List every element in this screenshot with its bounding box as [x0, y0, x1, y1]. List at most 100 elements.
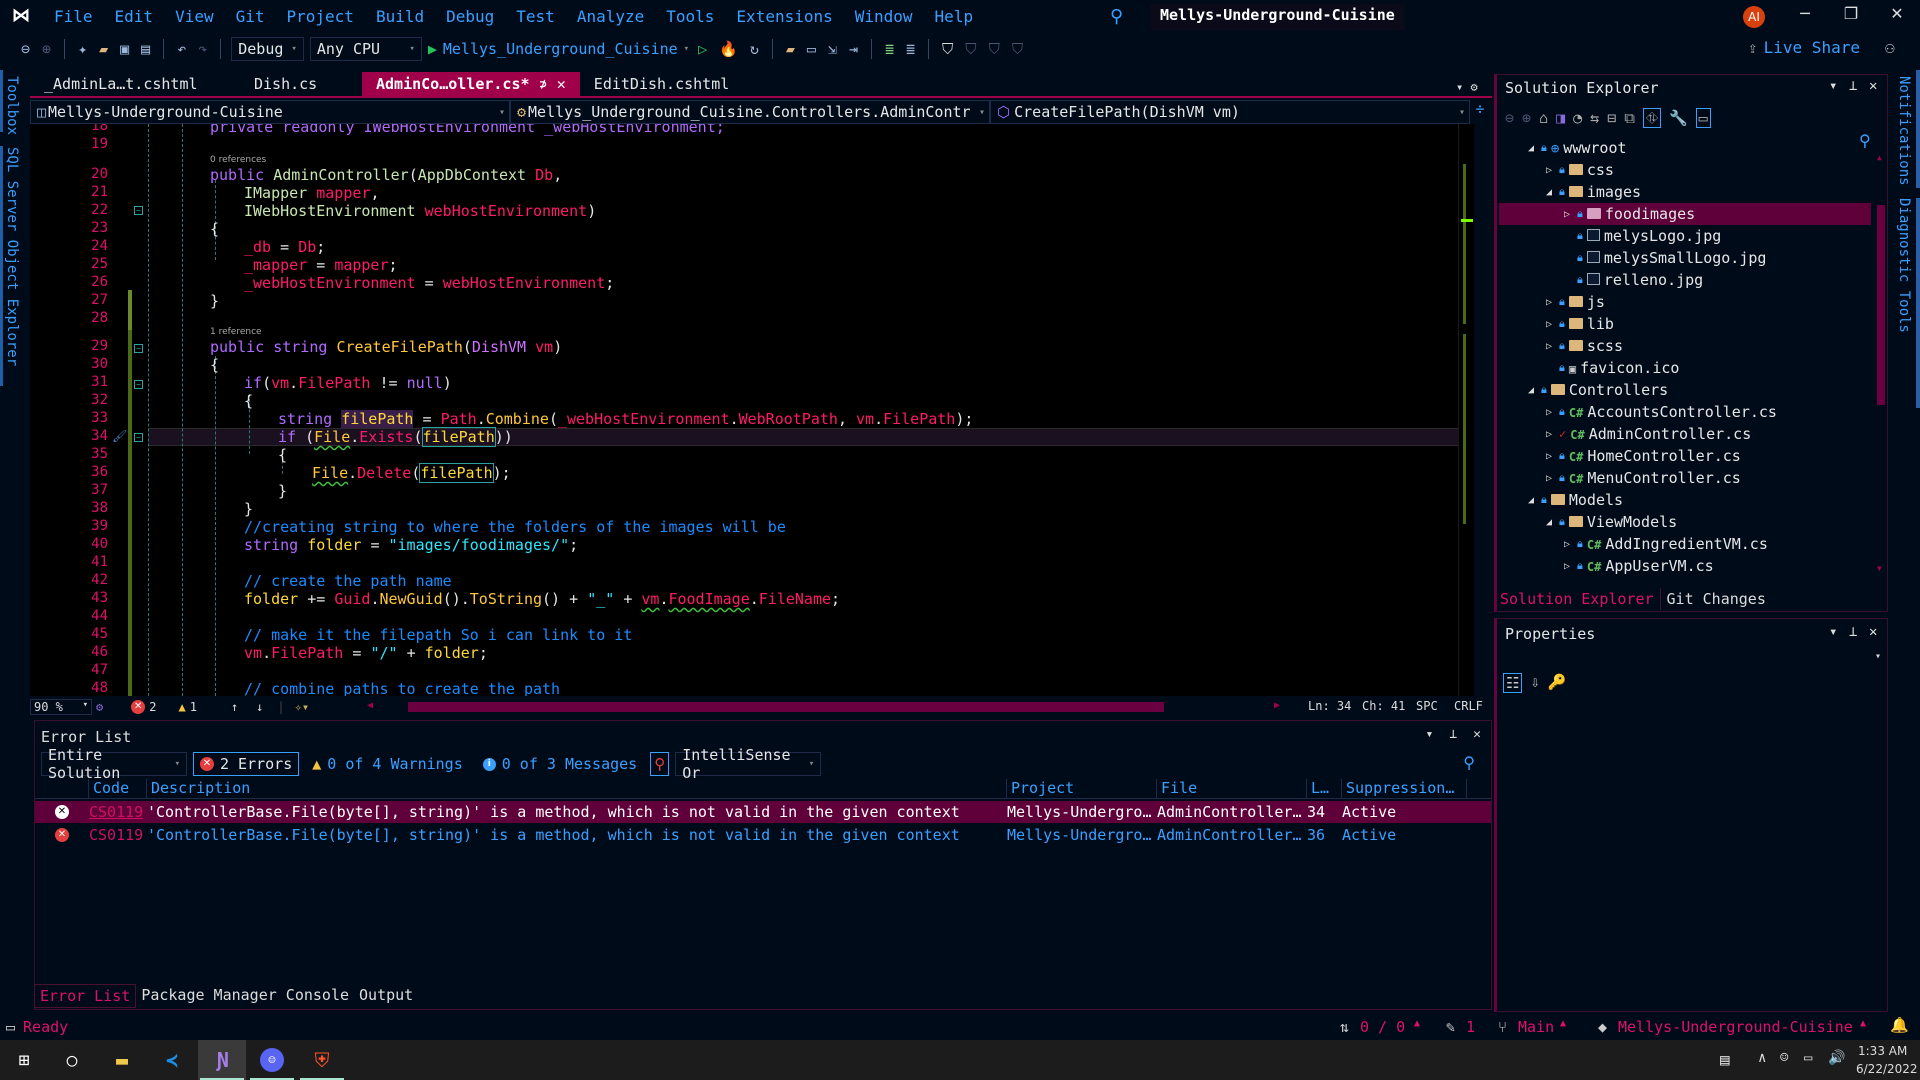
- next-bookmark-icon[interactable]: ⛉: [986, 40, 1003, 58]
- user-avatar[interactable]: AI: [1743, 6, 1765, 28]
- start-button[interactable]: ⊞: [0, 1040, 48, 1080]
- close-panel-icon[interactable]: ✕: [1869, 624, 1877, 640]
- diagnostic-tools-tab[interactable]: Diagnostic Tools: [1890, 192, 1916, 339]
- toolbox-tab[interactable]: Toolbox: [0, 70, 24, 141]
- collapsed-arrow-icon[interactable]: ▷: [1543, 407, 1555, 418]
- menu-extensions[interactable]: Extensions: [726, 7, 844, 26]
- start-without-debugging-icon[interactable]: ▷: [695, 40, 710, 58]
- close-tab-icon[interactable]: ✕: [557, 75, 566, 93]
- pin-icon[interactable]: ⊥: [1849, 78, 1857, 94]
- menu-build[interactable]: Build: [366, 7, 436, 26]
- open-folder-icon[interactable]: ▰: [96, 40, 111, 58]
- step-into-icon[interactable]: ⇲: [825, 40, 840, 58]
- menu-git[interactable]: Git: [226, 7, 277, 26]
- member-dropdown[interactable]: ⬡ CreateFilePath(DishVM vm) ▾: [990, 100, 1470, 124]
- build-intellisense-dropdown[interactable]: IntelliSense Or ▾: [675, 746, 822, 782]
- visual-studio-button[interactable]: Ɲ: [198, 1040, 246, 1080]
- collapsed-arrow-icon[interactable]: ▷: [1543, 473, 1555, 484]
- discord-button[interactable]: ☺: [248, 1040, 296, 1080]
- split-editor-icon[interactable]: ÷: [1470, 100, 1490, 124]
- error-code[interactable]: CS0119: [89, 803, 147, 821]
- pending-changes-filter-icon[interactable]: ◔: [1573, 109, 1582, 127]
- volume-icon[interactable]: 🔊: [1828, 1050, 1845, 1066]
- network-icon[interactable]: ▭: [1804, 1050, 1812, 1066]
- menu-debug[interactable]: Debug: [436, 7, 506, 26]
- code-editor[interactable]: − − − − 🖌 18 19 20 21 22 23 24 25 26 27 28 29 30 31 32…: [30, 124, 1474, 696]
- collapsed-arrow-icon[interactable]: ▷: [1561, 209, 1573, 220]
- menu-analyze[interactable]: Analyze: [567, 7, 656, 26]
- editor-horizontal-scrollbar[interactable]: [408, 702, 1164, 712]
- hot-reload-icon[interactable]: 🔥: [716, 40, 741, 58]
- brave-button[interactable]: ⛨: [298, 1040, 346, 1080]
- alphabetical-icon[interactable]: ⇩: [1530, 673, 1539, 693]
- column-description[interactable]: Description: [147, 779, 1007, 798]
- back-icon[interactable]: ⊖: [1505, 109, 1514, 127]
- tree-item[interactable]: ◢ 🔒︎ ⊕ wwwroot: [1525, 137, 1627, 159]
- project-dropdown[interactable]: ◫ Mellys-Underground-Cuisine ▾: [30, 100, 510, 124]
- live-share-button[interactable]: ⇪ Live Share: [1748, 38, 1860, 57]
- tab-error-list[interactable]: Error List: [34, 984, 137, 1008]
- panel-menu-icon[interactable]: ▾: [1829, 78, 1837, 94]
- window-layout-icon[interactable]: ▭: [804, 40, 819, 58]
- column-icon[interactable]: [35, 779, 89, 798]
- tab-overflow-dropdown-icon[interactable]: ▾ ⚙: [1456, 80, 1478, 94]
- zoom-dropdown[interactable]: 90 % ▾: [30, 699, 92, 715]
- discord-tray-icon[interactable]: ☺: [1780, 1050, 1788, 1066]
- tree-item[interactable]: ▷ 🔒︎ C# AccountsController.cs: [1543, 401, 1777, 423]
- refresh-icon[interactable]: ↻: [747, 40, 762, 58]
- column-file[interactable]: File: [1157, 779, 1307, 798]
- expanded-arrow-icon[interactable]: ◢: [1525, 495, 1537, 506]
- tree-item[interactable]: ◢ 🔒︎ Controllers: [1525, 379, 1668, 401]
- tab-output[interactable]: Output: [354, 984, 418, 1008]
- categorized-icon[interactable]: ☷: [1503, 673, 1523, 693]
- search-solution-icon[interactable]: ⚲: [1859, 131, 1871, 150]
- tree-item[interactable]: ▷ 🔒︎ foodimages: [1561, 203, 1695, 225]
- scroll-left-icon[interactable]: ◀: [367, 700, 373, 711]
- search-error-list-icon[interactable]: ⚲: [1463, 753, 1475, 772]
- tab-solution-explorer[interactable]: Solution Explorer: [1494, 588, 1661, 610]
- collapsed-arrow-icon[interactable]: ▷: [1543, 297, 1555, 308]
- output-icon[interactable]: ▭: [6, 1018, 15, 1036]
- bookmark-icon[interactable]: ⛉: [939, 40, 956, 58]
- filter-toggle-button[interactable]: ⚲: [650, 752, 670, 776]
- solution-explorer-scrollbar[interactable]: ▲ ▼: [1877, 153, 1885, 573]
- tree-item[interactable]: ▷ 🔒︎ C# HomeController.cs: [1543, 445, 1741, 467]
- vscode-button[interactable]: ≺: [148, 1040, 196, 1080]
- tree-item[interactable]: ▷ 🔒︎ css: [1543, 159, 1614, 181]
- tree-item[interactable]: ▷ ✓ C# AdminController.cs: [1543, 423, 1751, 445]
- tree-item[interactable]: ◢ 🔒︎ ViewModels: [1543, 511, 1677, 533]
- collapsed-arrow-icon[interactable]: ▷: [1543, 341, 1555, 352]
- expanded-arrow-icon[interactable]: ◢: [1525, 143, 1537, 154]
- save-icon[interactable]: ▣: [117, 40, 132, 58]
- menu-test[interactable]: Test: [506, 7, 567, 26]
- fold-toggle[interactable]: −: [134, 433, 143, 442]
- show-all-files-icon[interactable]: ⧉: [1624, 109, 1635, 127]
- clock-date[interactable]: 6/22/2022: [1856, 1062, 1918, 1076]
- error-row[interactable]: ✕ CS0119 'ControllerBase.File(byte[], st…: [35, 824, 1491, 846]
- tree-item[interactable]: 🔒︎ ▣ favicon.ico: [1543, 357, 1679, 379]
- fold-toggle[interactable]: −: [134, 344, 143, 353]
- expanded-arrow-icon[interactable]: ◢: [1543, 517, 1555, 528]
- menu-project[interactable]: Project: [277, 7, 366, 26]
- menu-tools[interactable]: Tools: [656, 7, 726, 26]
- tree-item[interactable]: ▷ 🔒︎ scss: [1543, 335, 1623, 357]
- menu-help[interactable]: Help: [925, 7, 986, 26]
- notifications-tab[interactable]: Notifications: [1890, 70, 1916, 192]
- visual-studio-logo-icon[interactable]: ⋈: [10, 5, 32, 27]
- property-pages-icon[interactable]: 🔑: [1547, 673, 1566, 693]
- messages-filter-button[interactable]: i 0 of 3 Messages: [476, 752, 644, 776]
- close-panel-icon[interactable]: ✕: [1869, 78, 1877, 94]
- menu-file[interactable]: File: [44, 7, 105, 26]
- find-in-files-icon[interactable]: ▰: [783, 40, 798, 58]
- step-over-icon[interactable]: ⇥: [846, 40, 861, 58]
- minimize-button[interactable]: ─: [1790, 4, 1820, 23]
- search-icon[interactable]: ⚲: [1110, 6, 1123, 27]
- tree-item[interactable]: ▷ 🔒︎ C# MenuController.cs: [1543, 467, 1741, 489]
- feedback-icon[interactable]: ⚇: [1885, 38, 1895, 57]
- collapsed-arrow-icon[interactable]: ▷: [1543, 165, 1555, 176]
- expanded-arrow-icon[interactable]: ◢: [1525, 385, 1537, 396]
- collapsed-arrow-icon[interactable]: ▷: [1543, 319, 1555, 330]
- error-code[interactable]: CS0119: [89, 826, 147, 844]
- error-count[interactable]: 2: [149, 700, 156, 714]
- intellicode-icon[interactable]: ⚙: [96, 700, 103, 714]
